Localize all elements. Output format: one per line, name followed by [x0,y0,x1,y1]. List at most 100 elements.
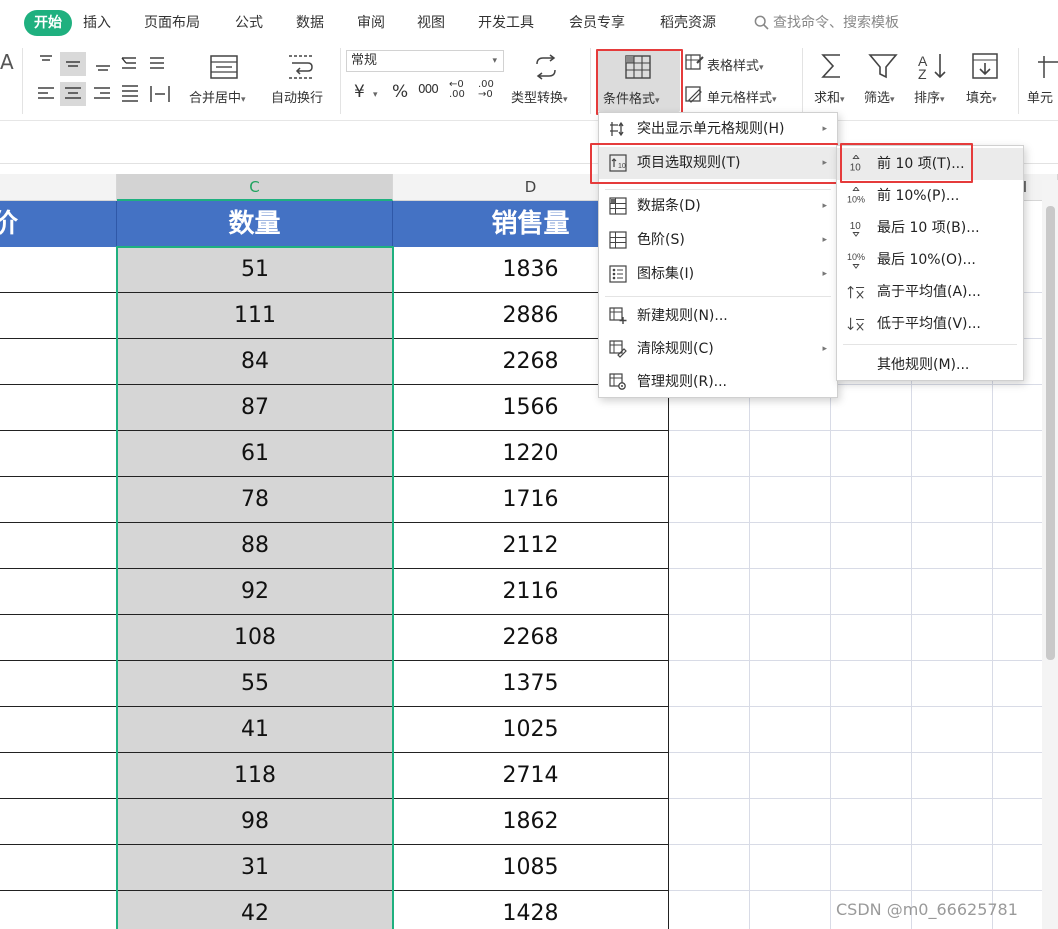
table-cell-quantity[interactable]: 31 [117,845,393,891]
table-cell-price[interactable] [0,845,117,891]
tab-formula[interactable]: 公式 [235,12,263,32]
tab-review[interactable]: 审阅 [357,12,385,32]
font-size-partial[interactable]: A [0,50,14,74]
type-convert-button[interactable]: 类型转换▾ [511,87,568,106]
table-cell-quantity[interactable]: 111 [117,293,393,339]
tab-member[interactable]: 会员专享 [569,12,625,32]
tab-home[interactable]: 开始 [24,10,72,36]
table-cell-quantity[interactable]: 118 [117,753,393,799]
table-cell-price[interactable] [0,661,117,707]
table-cell-sales[interactable]: 1085 [393,845,669,891]
merge-center-icon[interactable] [209,54,239,80]
command-search[interactable]: 查找命令、搜索模板 [754,12,899,32]
table-cell-price[interactable] [0,431,117,477]
table-cell-price[interactable] [0,569,117,615]
menu-item-manage-rules[interactable]: 管理规则(R)... [599,366,837,398]
table-cell-sales[interactable]: 2112 [393,523,669,569]
table-cell-price[interactable] [0,247,117,293]
submenu-item-top-10-percent[interactable]: 10% 前 10%(P)... [837,180,1023,212]
sum-button[interactable]: 求和▾ [814,87,845,106]
cell-format-button[interactable]: 单元 [1027,87,1053,106]
percent-button[interactable]: % [392,82,408,102]
tab-view[interactable]: 视图 [417,12,445,32]
tab-page-layout[interactable]: 页面布局 [144,12,200,32]
menu-item-icon-sets[interactable]: 图标集(I) ▸ [599,258,837,290]
submenu-item-above-average[interactable]: 高于平均值(A)... [837,276,1023,308]
table-cell-price[interactable] [0,799,117,845]
sort-label: 排序 [914,91,941,106]
table-cell-price[interactable] [0,477,117,523]
table-cell-price[interactable] [0,891,117,929]
tab-insert[interactable]: 插入 [83,12,111,32]
fill-button[interactable]: 填充▾ [966,87,997,106]
filter-icon [868,54,898,79]
table-cell-quantity[interactable]: 51 [117,247,393,293]
table-cell-quantity[interactable]: 88 [117,523,393,569]
table-cell-quantity[interactable]: 84 [117,339,393,385]
table-cell-quantity[interactable]: 92 [117,569,393,615]
table-cell-quantity[interactable]: 87 [117,385,393,431]
svg-text:10: 10 [850,221,861,232]
highlight-box-conditional-format [596,49,683,115]
table-cell-price[interactable] [0,339,117,385]
table-header-quantity[interactable]: 数量 [117,201,393,247]
menu-item-new-rule[interactable]: 新建规则(N)... [599,300,837,332]
table-header-price[interactable]: 价 [0,201,117,247]
thousands-separator-button[interactable]: 000 [418,82,439,96]
number-format-select[interactable]: 常规 ▾ [346,50,504,72]
submenu-item-bottom-10-percent[interactable]: 10% 最后 10%(O)... [837,244,1023,276]
tab-docer[interactable]: 稻壳资源 [660,12,716,32]
merge-center-button[interactable]: 合并居中▾ [189,87,246,106]
wrap-text-icon[interactable] [286,54,316,80]
submenu-item-below-average[interactable]: 低于平均值(V)... [837,308,1023,340]
table-cell-quantity[interactable]: 61 [117,431,393,477]
table-cell-quantity[interactable]: 55 [117,661,393,707]
sort-button[interactable]: 排序▾ [914,87,945,106]
menu-item-highlight-rules[interactable]: 突出显示单元格规则(H) ▸ [599,113,837,145]
menu-item-clear-rules[interactable]: 清除规则(C) ▸ [599,333,837,365]
chevron-down-icon[interactable]: ▾ [373,86,378,101]
alignment-icons[interactable] [36,52,176,108]
tab-developer[interactable]: 开发工具 [478,12,534,32]
decrease-decimal-button[interactable]: .00 →0 [478,80,500,100]
data-bars-icon [609,197,627,215]
table-cell-price[interactable] [0,293,117,339]
table-cell-sales[interactable]: 1428 [393,891,669,929]
table-cell-sales[interactable]: 2714 [393,753,669,799]
table-cell-price[interactable] [0,615,117,661]
table-cell-price[interactable] [0,753,117,799]
currency-button[interactable]: ¥ [354,82,365,102]
menu-item-data-bars[interactable]: 数据条(D) ▸ [599,190,837,222]
table-cell-sales[interactable]: 2268 [393,615,669,661]
menu-item-color-scales[interactable]: 色阶(S) ▸ [599,224,837,256]
table-cell-sales[interactable]: 1862 [393,799,669,845]
submenu-item-bottom-10[interactable]: 10 最后 10 项(B)... [837,212,1023,244]
table-cell-sales[interactable]: 2116 [393,569,669,615]
increase-decimal-button[interactable]: ←0 .00 [449,80,471,100]
table-cell-quantity[interactable]: 98 [117,799,393,845]
wrap-text-button[interactable]: 自动换行 [271,87,323,106]
column-header-b[interactable] [0,174,117,201]
table-cell-quantity[interactable]: 42 [117,891,393,929]
table-cell-quantity[interactable]: 78 [117,477,393,523]
table-cell-sales[interactable]: 1220 [393,431,669,477]
filter-button[interactable]: 筛选▾ [864,87,895,106]
table-cell-sales[interactable]: 1375 [393,661,669,707]
scrollbar-thumb[interactable] [1046,206,1055,660]
column-header-c[interactable]: C [117,174,393,201]
grid-line [669,890,1058,891]
table-cell-sales[interactable]: 1716 [393,477,669,523]
table-style-button[interactable]: 表格样式▾ [707,55,764,74]
table-cell-quantity[interactable]: 41 [117,707,393,753]
table-cell-price[interactable] [0,707,117,753]
chevron-down-icon: ▾ [940,95,945,105]
type-convert-icon[interactable] [532,54,560,80]
table-cell-price[interactable] [0,385,117,431]
table-cell-sales[interactable]: 1025 [393,707,669,753]
chevron-right-icon: ▸ [822,344,827,354]
table-cell-quantity[interactable]: 108 [117,615,393,661]
tab-data[interactable]: 数据 [296,12,324,32]
submenu-item-more-rules[interactable]: 其他规则(M)... [837,349,1023,381]
table-cell-price[interactable] [0,523,117,569]
cell-style-button[interactable]: 单元格样式▾ [707,87,777,106]
